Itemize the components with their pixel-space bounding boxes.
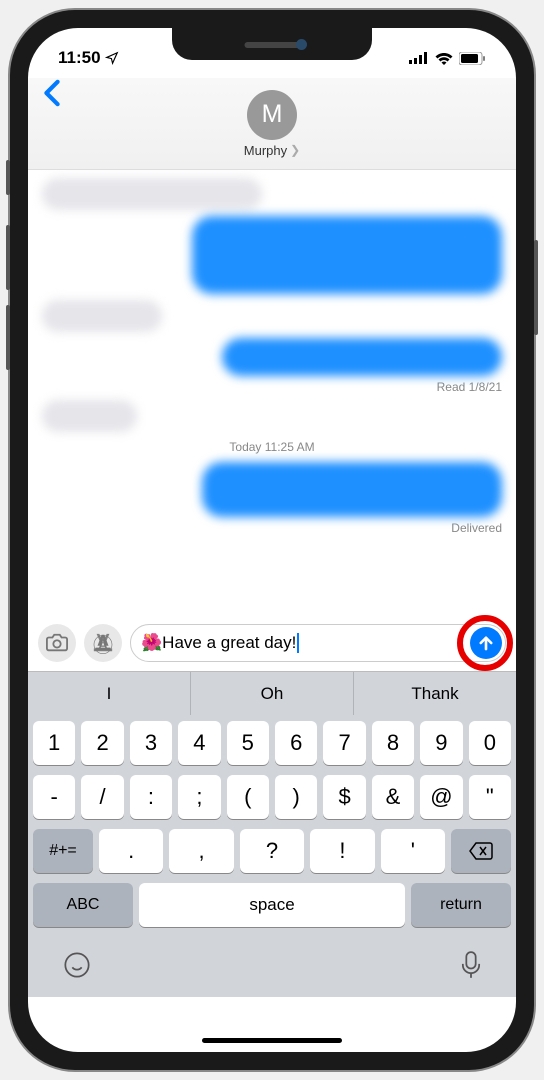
key-exclaim[interactable]: ! [310, 829, 374, 873]
key-quote[interactable]: " [469, 775, 511, 819]
status-time: 11:50 [58, 48, 101, 68]
read-receipt: Read 1/8/21 [42, 380, 502, 394]
text-cursor [297, 633, 299, 653]
screen: 11:50 M Murphy ❯ [28, 28, 516, 1052]
key-8[interactable]: 8 [372, 721, 414, 765]
message-input-bar: Ⓐ 🌺 Have a great day! [28, 615, 516, 671]
message-input[interactable]: 🌺 Have a great day! [130, 624, 506, 662]
key-dollar[interactable]: $ [323, 775, 365, 819]
emoji-icon [63, 951, 91, 979]
phone-frame: 11:50 M Murphy ❯ [10, 10, 534, 1070]
power-button [534, 240, 538, 335]
outgoing-message[interactable] [222, 338, 502, 376]
key-dash[interactable]: - [33, 775, 75, 819]
mute-switch [6, 160, 10, 195]
mic-icon [461, 951, 481, 979]
key-apostrophe[interactable]: ' [381, 829, 445, 873]
keyboard-row-2: - / : ; ( ) $ & @ " [33, 775, 511, 819]
chevron-right-icon: ❯ [290, 143, 300, 157]
key-return[interactable]: return [411, 883, 511, 927]
key-4[interactable]: 4 [178, 721, 220, 765]
avatar: M [247, 90, 297, 140]
timestamp: Today 11:25 AM [42, 440, 502, 454]
volume-down-button [6, 305, 10, 370]
backspace-icon [469, 842, 493, 860]
volume-up-button [6, 225, 10, 290]
key-2[interactable]: 2 [81, 721, 123, 765]
key-1[interactable]: 1 [33, 721, 75, 765]
contact-info[interactable]: M Murphy ❯ [244, 90, 300, 158]
keyboard-bottom-row [33, 937, 511, 997]
delivered-status: Delivered [42, 521, 502, 535]
location-icon [105, 51, 119, 65]
cellular-icon [409, 52, 429, 64]
messages-list[interactable]: Read 1/8/21 Today 11:25 AM Delivered [28, 170, 516, 615]
input-emoji: 🌺 [141, 633, 162, 653]
key-slash[interactable]: / [81, 775, 123, 819]
predictive-text-bar: I Oh Thank [28, 671, 516, 715]
conversation-header: M Murphy ❯ [28, 78, 516, 170]
key-semicolon[interactable]: ; [178, 775, 220, 819]
outgoing-message[interactable] [202, 462, 502, 517]
arrow-up-icon [477, 634, 495, 652]
incoming-message[interactable] [42, 178, 262, 210]
wifi-icon [435, 52, 453, 65]
input-text-content: Have a great day! [162, 633, 296, 653]
key-period[interactable]: . [99, 829, 163, 873]
back-button[interactable] [43, 78, 61, 115]
key-abc[interactable]: ABC [33, 883, 133, 927]
suggestion-2[interactable]: Oh [191, 672, 354, 715]
send-button[interactable] [470, 627, 502, 659]
key-comma[interactable]: , [169, 829, 233, 873]
appstore-button[interactable]: Ⓐ [84, 624, 122, 662]
incoming-message[interactable] [42, 400, 137, 432]
emoji-button[interactable] [63, 951, 91, 984]
key-at[interactable]: @ [420, 775, 462, 819]
outgoing-message[interactable] [192, 216, 502, 294]
key-0[interactable]: 0 [469, 721, 511, 765]
key-5[interactable]: 5 [227, 721, 269, 765]
key-rparen[interactable]: ) [275, 775, 317, 819]
key-3[interactable]: 3 [130, 721, 172, 765]
keyboard: 1 2 3 4 5 6 7 8 9 0 - / : ; ( ) $ & @ [28, 715, 516, 997]
key-6[interactable]: 6 [275, 721, 317, 765]
home-indicator[interactable] [202, 1038, 342, 1043]
key-7[interactable]: 7 [323, 721, 365, 765]
battery-icon [459, 52, 486, 65]
suggestion-3[interactable]: Thank [354, 672, 516, 715]
display-notch [172, 28, 372, 60]
key-9[interactable]: 9 [420, 721, 462, 765]
key-amp[interactable]: & [372, 775, 414, 819]
key-symbols[interactable]: #+= [33, 829, 93, 873]
dictation-button[interactable] [461, 951, 481, 984]
key-colon[interactable]: : [130, 775, 172, 819]
key-lparen[interactable]: ( [227, 775, 269, 819]
camera-button[interactable] [38, 624, 76, 662]
contact-name-label: Murphy [244, 143, 287, 158]
keyboard-row-1: 1 2 3 4 5 6 7 8 9 0 [33, 721, 511, 765]
suggestion-1[interactable]: I [28, 672, 191, 715]
camera-icon [46, 633, 68, 653]
key-question[interactable]: ? [240, 829, 304, 873]
keyboard-row-4: ABC space return [33, 883, 511, 927]
key-space[interactable]: space [139, 883, 405, 927]
key-backspace[interactable] [451, 829, 511, 873]
incoming-message[interactable] [42, 300, 162, 332]
keyboard-row-3: #+= . , ? ! ' [33, 829, 511, 873]
